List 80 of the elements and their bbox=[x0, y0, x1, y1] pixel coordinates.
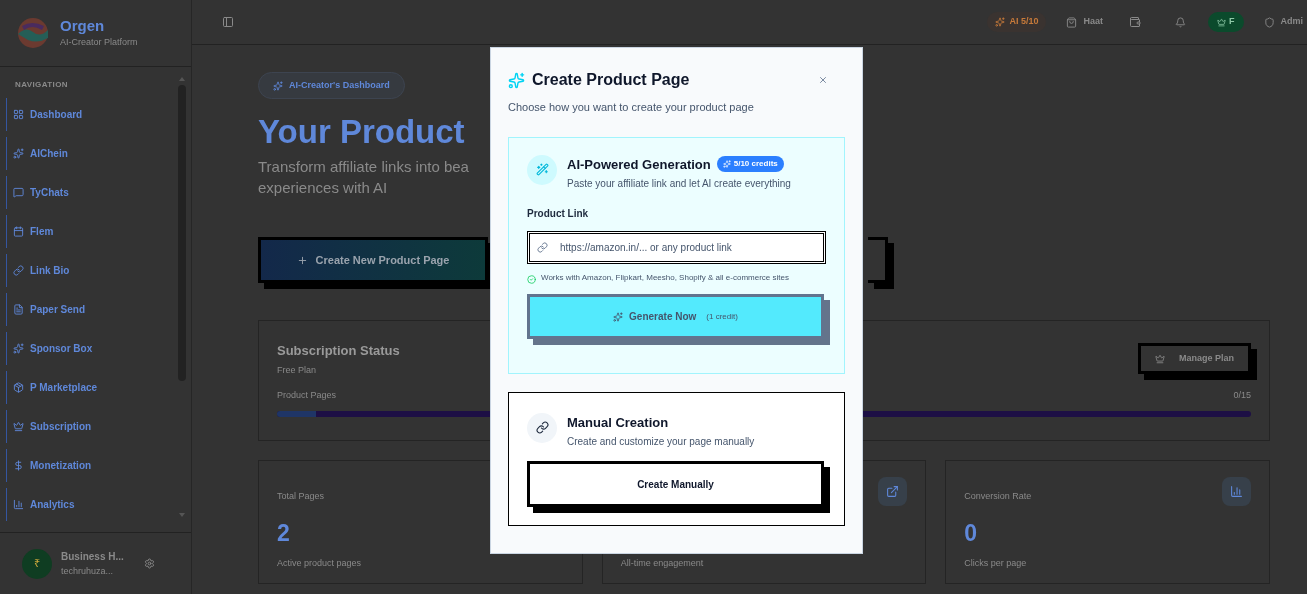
page-subtitle: Transform affiliate links into bea bbox=[258, 157, 469, 177]
calendar-icon bbox=[13, 226, 24, 237]
nav-item[interactable]: Subscription bbox=[6, 410, 171, 443]
dialog-subtitle: Choose how you want to create your product page bbox=[508, 100, 755, 115]
wand-icon bbox=[535, 163, 549, 176]
link-icon bbox=[13, 265, 24, 276]
link-icon bbox=[537, 242, 548, 253]
nav-item[interactable]: Flem bbox=[6, 215, 171, 248]
bar-chart-icon bbox=[13, 499, 24, 510]
option-title: Manual Creation bbox=[567, 413, 669, 432]
dollar-icon bbox=[13, 460, 24, 471]
bell-icon[interactable] bbox=[1175, 16, 1186, 28]
sparkles-icon bbox=[273, 80, 283, 91]
user-name: Business H... bbox=[61, 549, 124, 564]
bag-icon bbox=[1066, 16, 1078, 28]
nav-item[interactable]: Dashboard bbox=[6, 98, 171, 131]
nav-item[interactable]: Analytics bbox=[6, 488, 171, 521]
nav-item[interactable]: Monetization bbox=[6, 449, 171, 482]
sparkles-icon bbox=[13, 343, 24, 354]
user-email: techruhuza... bbox=[61, 564, 114, 578]
account-button[interactable]: Admi bbox=[1263, 15, 1303, 29]
avatar: ₹ bbox=[22, 548, 52, 579]
stat-caption: All-time engagement bbox=[620, 557, 704, 570]
stat-title: Conversion Rate bbox=[964, 490, 1032, 503]
nav-item[interactable]: Paper Send bbox=[6, 293, 171, 326]
shop-button[interactable]: Haat bbox=[1066, 15, 1103, 29]
crown-icon bbox=[1155, 353, 1165, 364]
sparkles-icon bbox=[995, 17, 1006, 27]
brand-tagline: AI-Creator Platform bbox=[60, 36, 138, 50]
sparkles-icon bbox=[613, 311, 624, 322]
document-icon bbox=[13, 304, 24, 315]
credits-badge: 5/10 credits bbox=[716, 156, 784, 173]
option-title: AI-Powered Generation bbox=[567, 155, 711, 174]
nav-item[interactable]: AIChein bbox=[6, 137, 171, 170]
sparkles-icon bbox=[508, 71, 525, 89]
dashboard-badge: AI-Creator's Dashboard bbox=[258, 72, 405, 99]
grid-icon bbox=[13, 109, 24, 120]
hint-text: Works with Amazon, Flipkart, Meesho, Shopify & all e-commerce sites bbox=[541, 272, 789, 284]
stat-value: 0 bbox=[964, 519, 978, 547]
secondary-button[interactable] bbox=[868, 237, 894, 289]
plan-badge[interactable]: F bbox=[1208, 12, 1244, 32]
stat-title: Total Pages bbox=[277, 490, 325, 503]
crown-icon bbox=[1217, 17, 1226, 27]
nav-item[interactable]: TyChats bbox=[6, 176, 171, 209]
nav-item[interactable]: Link Bio bbox=[6, 254, 171, 287]
sidebar-toggle-icon[interactable] bbox=[222, 16, 234, 28]
nav-item[interactable]: P Marketplace bbox=[6, 371, 171, 404]
link-icon bbox=[535, 421, 549, 434]
sparkles-icon bbox=[722, 160, 731, 169]
wallet-icon[interactable] bbox=[1129, 16, 1141, 28]
page-title: Your Product bbox=[258, 112, 465, 152]
plan-name: Free Plan bbox=[277, 363, 317, 377]
stat-caption: Active product pages bbox=[277, 557, 362, 570]
shield-icon bbox=[1263, 16, 1275, 28]
ai-credits-badge[interactable]: AI 5/10 bbox=[987, 12, 1047, 32]
option-description: Create and customize your page manually bbox=[567, 435, 755, 449]
check-circle-icon bbox=[527, 275, 536, 284]
close-icon[interactable] bbox=[818, 75, 828, 85]
logo-icon bbox=[18, 18, 48, 48]
stat-value: 2 bbox=[277, 519, 290, 547]
plus-icon bbox=[296, 254, 308, 266]
bar-chart-icon bbox=[1230, 485, 1243, 498]
stat-caption: Clicks per page bbox=[964, 557, 1027, 570]
section-label: NAVIGATION bbox=[14, 79, 69, 91]
chat-icon bbox=[13, 187, 24, 198]
option-description: Paste your affiliate link and let AI create everything bbox=[567, 177, 791, 191]
box-icon bbox=[13, 382, 24, 393]
nav-item[interactable]: Sponsor Box bbox=[6, 332, 171, 365]
sparkles-icon bbox=[13, 148, 24, 159]
page-subtitle: experiences with AI bbox=[258, 178, 388, 198]
external-link-icon bbox=[886, 485, 900, 498]
brand-name: Orgen bbox=[60, 16, 105, 37]
usage-label: Product Pages bbox=[277, 389, 337, 402]
crown-icon bbox=[13, 421, 24, 432]
card-title: Subscription Status bbox=[277, 342, 400, 360]
product-link-field[interactable]: https://amazon.in/... or any product link bbox=[527, 231, 826, 264]
usage-count: 0/15 bbox=[1233, 389, 1251, 402]
dialog-title: Create Product Page bbox=[532, 70, 691, 90]
settings-icon[interactable] bbox=[144, 558, 155, 569]
field-label: Product Link bbox=[527, 207, 590, 221]
